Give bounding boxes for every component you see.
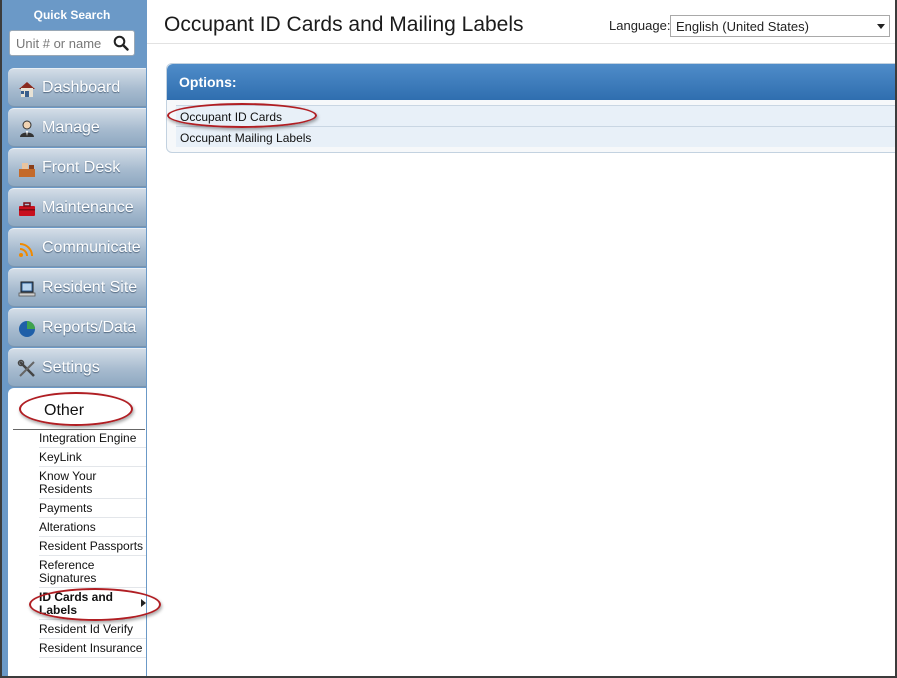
options-header: Options: [167,64,895,100]
pie-chart-icon [19,321,35,337]
sub-item-resident-insurance[interactable]: Resident Insurance [39,642,146,658]
sub-item-reference-signatures[interactable]: Reference Signatures [39,559,146,588]
sub-item-payments[interactable]: Payments [39,502,146,518]
sidebar: Quick Search Dashboard Manage [2,0,147,676]
nav-settings-label: Settings [42,359,100,376]
nav-reports-data[interactable]: Reports/Data [8,308,146,347]
sub-item-id-cards-and-labels[interactable]: ID Cards and Labels [39,591,125,620]
options-title: Options: [179,74,237,90]
other-section: Other Integration Engine KeyLink Know Yo… [8,388,146,676]
sub-item-keylink[interactable]: KeyLink [39,451,146,467]
nav-resident-site-label: Resident Site [42,279,138,296]
sub-item-id-cards-label: ID Cards and Labels [39,590,114,617]
chevron-down-icon [877,24,885,29]
nav-manage[interactable]: Manage [8,108,146,147]
house-icon [19,82,35,97]
search-icon[interactable] [113,35,129,51]
quick-search-title: Quick Search [33,8,111,22]
nav-communicate[interactable]: Communicate [8,228,146,267]
option-occupant-id-cards[interactable]: Occupant ID Cards [176,105,895,126]
sub-item-resident-passports[interactable]: Resident Passports [39,540,146,556]
quick-search-box [9,30,135,56]
front-desk-icon [19,163,35,177]
nav-manage-label: Manage [42,119,100,136]
laptop-icon [18,281,36,297]
option-occupant-mailing-labels[interactable]: Occupant Mailing Labels [176,126,895,147]
toolbox-icon [19,202,35,216]
page-header: Occupant ID Cards and Mailing Labels Lan… [147,0,895,44]
nav-maintenance-label: Maintenance [42,199,134,216]
other-heading[interactable]: Other [44,402,84,420]
nav-dashboard-label: Dashboard [42,79,121,96]
options-panel: Options: Occupant ID Cards Occupant Mail… [166,63,895,153]
language-select[interactable]: English (United States) [670,15,890,37]
nav-front-desk[interactable]: Front Desk [8,148,146,187]
quick-search-input[interactable] [10,31,110,55]
app-window: Quick Search Dashboard Manage [0,0,897,678]
nav-settings[interactable]: Settings [8,348,146,387]
other-divider [13,429,145,430]
person-icon [20,120,34,137]
nav-communicate-label: Communicate [42,239,141,256]
language-label: Language: [609,18,671,33]
chevron-right-icon [141,599,146,607]
nav-reports-data-label: Reports/Data [42,319,137,336]
page-title: Occupant ID Cards and Mailing Labels [164,13,524,36]
nav-maintenance[interactable]: Maintenance [8,188,146,227]
sub-item-know-your-residents[interactable]: Know Your Residents [39,470,146,499]
nav-dashboard[interactable]: Dashboard [8,68,146,107]
wifi-icon [19,243,33,257]
language-value: English (United States) [676,19,809,34]
sub-item-alterations[interactable]: Alterations [39,521,146,537]
nav-resident-site[interactable]: Resident Site [8,268,146,307]
sub-item-integration-engine[interactable]: Integration Engine [39,432,146,448]
sub-item-resident-id-verify[interactable]: Resident Id Verify [39,623,146,639]
nav-front-desk-label: Front Desk [42,159,121,176]
wrench-screwdriver-icon [17,359,35,377]
